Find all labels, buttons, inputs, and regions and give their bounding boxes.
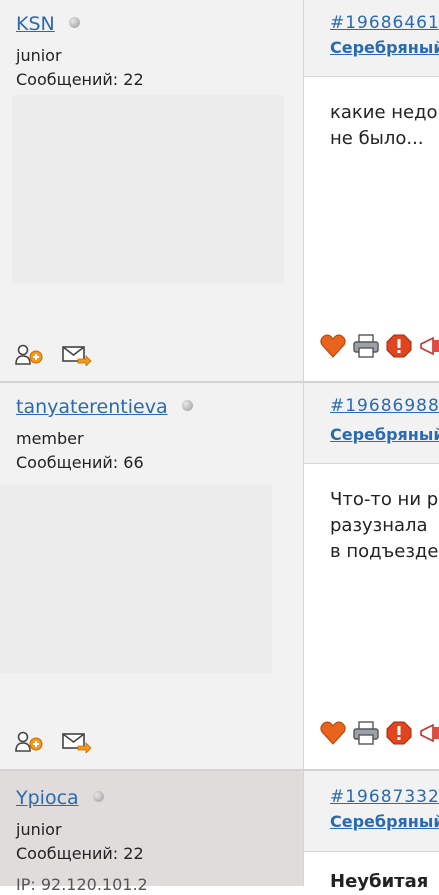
online-status-icon — [68, 17, 80, 28]
post-1-username-text[interactable]: KSN — [16, 13, 55, 35]
post-1-content: #19686461 Серебряный какие недо не было.… — [304, 0, 439, 382]
post-2-thread-title-link[interactable]: Серебряный — [330, 425, 439, 444]
heart-icon[interactable] — [320, 721, 346, 749]
megaphone-icon[interactable] — [419, 334, 439, 362]
post-2-actions — [320, 721, 439, 749]
add-friend-icon[interactable] — [15, 344, 45, 370]
post-2: tanyaterentieva member Сообщений: 66 #19… — [0, 383, 439, 769]
heart-icon[interactable] — [320, 334, 346, 362]
post-3-ip-address: IP: 92.120.101.2 — [16, 875, 148, 894]
post-1: KSN junior Сообщений: 22 #19686461 Сереб… — [0, 0, 439, 382]
report-icon[interactable] — [386, 334, 412, 362]
post-3: Ypioca junior Сообщений: 22 IP: 92.120.1… — [0, 771, 439, 894]
post-1-message-count: Сообщений: 22 — [16, 70, 144, 89]
online-status-icon — [181, 400, 193, 411]
post-2-content: #19686988 Серебряный Что-то ни р разузна… — [304, 383, 439, 769]
post-1-user-rank: junior — [16, 46, 62, 65]
post-1-user-actions — [15, 344, 104, 370]
post-3-author-panel: Ypioca junior Сообщений: 22 IP: 92.120.1… — [0, 771, 304, 894]
post-3-username-text[interactable]: Ypioca — [16, 787, 79, 809]
post-1-thread-title-link[interactable]: Серебряный — [330, 38, 439, 57]
post-3-user-rank: junior — [16, 820, 62, 839]
add-friend-icon[interactable] — [15, 731, 45, 757]
post-1-body-line: какие недо — [330, 102, 438, 123]
post-2-username-link[interactable]: tanyaterentieva — [16, 396, 193, 418]
online-status-icon — [92, 791, 104, 802]
post-1-body: какие недо не было... — [330, 100, 438, 152]
post-3-number-link[interactable]: #19687332 — [330, 787, 439, 807]
post-1-header: #19686461 Серебряный — [304, 0, 439, 77]
megaphone-icon[interactable] — [419, 721, 439, 749]
post-3-username-link[interactable]: Ypioca — [16, 787, 104, 809]
report-icon[interactable] — [386, 721, 412, 749]
post-3-header: #19687332 Серебряный — [304, 771, 439, 852]
post-2-avatar — [0, 485, 272, 673]
post-1-avatar — [12, 95, 284, 283]
post-2-user-rank: member — [16, 429, 84, 448]
post-1-username-link[interactable]: KSN — [16, 13, 80, 35]
post-3-message-count: Сообщений: 22 — [16, 844, 144, 863]
post-2-body-line: Что-то ни р — [330, 489, 439, 510]
private-message-icon[interactable] — [62, 344, 92, 370]
post-3-thread-title-link[interactable]: Серебряный — [330, 812, 439, 831]
printer-icon[interactable] — [353, 721, 379, 749]
post-2-username-text[interactable]: tanyaterentieva — [16, 396, 168, 418]
post-2-body-line: в подъезде — [330, 541, 439, 562]
post-2-number-link[interactable]: #19686988 — [330, 396, 439, 416]
post-1-number-link[interactable]: #19686461 — [330, 13, 439, 33]
post-1-author-panel: KSN junior Сообщений: 22 — [0, 0, 304, 382]
post-2-body: Что-то ни р разузнала в подъезде — [330, 487, 438, 565]
post-2-body-line: разузнала — [330, 515, 428, 536]
private-message-icon[interactable] — [62, 731, 92, 757]
post-2-message-count: Сообщений: 66 — [16, 453, 144, 472]
post-2-user-actions — [15, 731, 104, 757]
post-1-actions — [320, 334, 439, 362]
post-1-body-line: не было... — [330, 128, 424, 149]
post-2-author-panel: tanyaterentieva member Сообщений: 66 — [0, 383, 304, 769]
post-3-body: Неубитая — [330, 869, 428, 895]
printer-icon[interactable] — [353, 334, 379, 362]
post-2-header: #19686988 Серебряный — [304, 383, 439, 464]
post-3-content: #19687332 Серебряный Неубитая — [304, 771, 439, 892]
post-3-body-line: Неубитая — [330, 871, 429, 892]
